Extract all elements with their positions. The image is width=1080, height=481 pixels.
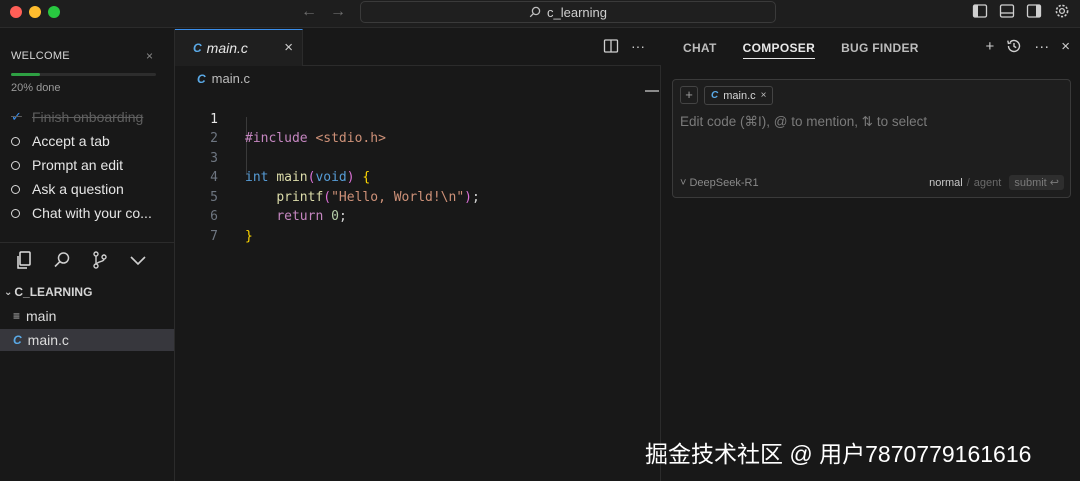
source-control-icon[interactable] <box>90 250 112 272</box>
chevron-down-icon: ⌄ <box>4 286 13 298</box>
checklist-item-label: Chat with your co... <box>32 205 152 221</box>
checkmark-icon: ✓ <box>11 109 22 124</box>
code-line: 3 int main(void) { <box>175 129 661 186</box>
chevron-down-icon[interactable] <box>128 250 150 272</box>
welcome-close-icon[interactable]: × <box>146 49 153 63</box>
minimize-window-button[interactable] <box>29 6 41 18</box>
forward-arrow-icon[interactable]: → <box>328 3 348 21</box>
mode-toggle: normal / agent submit ↩ <box>929 175 1064 190</box>
checklist-item-prompt-edit[interactable]: Prompt an edit <box>11 153 171 177</box>
explorer-files-icon[interactable] <box>14 250 36 272</box>
file-name: main.c <box>27 332 69 348</box>
line-number: 7 <box>210 228 218 244</box>
tab-bug-finder[interactable]: BUG FINDER <box>841 41 919 59</box>
tab-chat[interactable]: CHAT <box>683 41 717 59</box>
circle-icon <box>11 184 20 194</box>
toggle-sidebar-icon[interactable] <box>972 3 990 21</box>
onboarding-progress-fill <box>11 73 40 76</box>
model-selector[interactable]: ˅ DeepSeek-R1 <box>680 177 759 189</box>
checklist-item-finish-onboarding[interactable]: ✓ Finish onboarding <box>11 105 171 129</box>
circle-icon <box>11 208 20 218</box>
zoom-window-button[interactable] <box>48 6 60 18</box>
code-line: 4 printf("Hello, World!\n"); <box>175 149 661 205</box>
editor-actions: ··· <box>603 38 645 57</box>
folder-name: C_LEARNING <box>14 285 93 299</box>
chip-close-icon[interactable]: × <box>761 90 767 101</box>
checklist-item-label: Finish onboarding <box>32 109 144 125</box>
chip-label: main.c <box>723 89 756 102</box>
mode-normal[interactable]: normal <box>929 177 963 189</box>
code-line: 5 return 0; <box>175 168 661 225</box>
onboarding-progress-bar <box>11 73 156 76</box>
ai-panel: CHAT COMPOSER BUG FINDER + ··· × + C mai… <box>662 29 1080 481</box>
code-line: 7 <box>175 207 661 244</box>
mode-separator: / <box>966 176 970 189</box>
tab-main-c[interactable]: C main.c × <box>175 29 303 66</box>
code-editor[interactable]: 1 #include <stdio.h> 2 3 int main(void) … <box>175 90 661 244</box>
checklist-item-label: Accept a tab <box>32 133 110 149</box>
toggle-secondary-sidebar-icon[interactable] <box>1026 3 1044 21</box>
search-icon <box>529 6 541 18</box>
progress-text: 20% done <box>11 82 61 94</box>
file-item-main[interactable]: ≡ main <box>0 305 174 327</box>
activity-bar <box>14 250 150 272</box>
left-sidebar: WELCOME × 20% done ✓ Finish onboarding A… <box>0 29 175 481</box>
c-file-icon: C <box>193 41 202 55</box>
context-file-chip[interactable]: C main.c × <box>704 86 774 105</box>
search-icon[interactable] <box>52 250 74 272</box>
tab-label: main.c <box>206 40 248 56</box>
close-icon[interactable]: × <box>1061 38 1070 58</box>
breadcrumb[interactable]: C main.c <box>197 71 250 86</box>
editor-tab-bar: C main.c × ··· <box>175 29 661 66</box>
onboarding-checklist: ✓ Finish onboarding Accept a tab Prompt … <box>11 105 171 225</box>
circle-icon <box>11 136 20 146</box>
c-file-icon: C <box>13 333 22 347</box>
composer-placeholder[interactable]: Edit code (⌘I), @ to mention, ⇅ to selec… <box>680 114 927 130</box>
search-box-text: c_learning <box>547 4 607 20</box>
circle-icon <box>11 160 20 170</box>
title-bar: ← → c_learning <box>0 0 1080 28</box>
checklist-item-ask-question[interactable]: Ask a question <box>11 177 171 201</box>
file-item-main-c[interactable]: C main.c <box>0 329 174 351</box>
more-actions-icon[interactable]: ··· <box>631 38 645 57</box>
code-line: 2 <box>175 110 661 146</box>
back-arrow-icon[interactable]: ← <box>299 3 319 21</box>
ai-panel-actions: + ··· × <box>985 38 1070 58</box>
command-search-box[interactable]: c_learning <box>360 1 776 23</box>
composer-input-box[interactable]: + C main.c × Edit code (⌘I), @ to mentio… <box>672 79 1071 198</box>
add-context-button[interactable]: + <box>680 86 698 104</box>
file-name: main <box>26 308 57 324</box>
more-icon[interactable]: ··· <box>1034 38 1049 58</box>
checklist-item-label: Ask a question <box>32 181 124 197</box>
explorer-folder-header[interactable]: ⌄ C_LEARNING <box>0 285 92 299</box>
checklist-item-label: Prompt an edit <box>32 157 124 173</box>
checklist-item-accept-tab[interactable]: Accept a tab <box>11 129 171 153</box>
breadcrumb-file: main.c <box>211 71 250 86</box>
submit-button[interactable]: submit ↩ <box>1009 175 1064 190</box>
settings-gear-icon[interactable] <box>1054 3 1072 21</box>
add-icon[interactable]: + <box>985 38 994 58</box>
split-editor-icon[interactable] <box>603 38 619 57</box>
close-window-button[interactable] <box>10 6 22 18</box>
code-line: 6 } <box>175 188 661 244</box>
tab-close-icon[interactable]: × <box>284 39 293 56</box>
toggle-panel-icon[interactable] <box>999 3 1017 21</box>
c-file-icon: C <box>197 71 206 86</box>
ai-panel-tabs: CHAT COMPOSER BUG FINDER <box>683 41 919 59</box>
watermark: 掘金技术社区 @ 用户7870779161616 <box>645 441 1032 467</box>
editor-group: C main.c × ··· C main.c 1 #include <stdi… <box>175 29 661 481</box>
history-icon[interactable] <box>1006 38 1022 58</box>
sidebar-divider <box>0 242 175 243</box>
mode-agent[interactable]: agent <box>974 177 1002 189</box>
c-file-icon: C <box>711 90 719 101</box>
checklist-item-chat-codebase[interactable]: Chat with your co... <box>11 201 171 225</box>
code-line: 1 #include <stdio.h> <box>175 90 661 147</box>
text-file-icon: ≡ <box>13 309 21 323</box>
tab-composer[interactable]: COMPOSER <box>742 41 816 59</box>
welcome-title: WELCOME <box>11 50 70 62</box>
